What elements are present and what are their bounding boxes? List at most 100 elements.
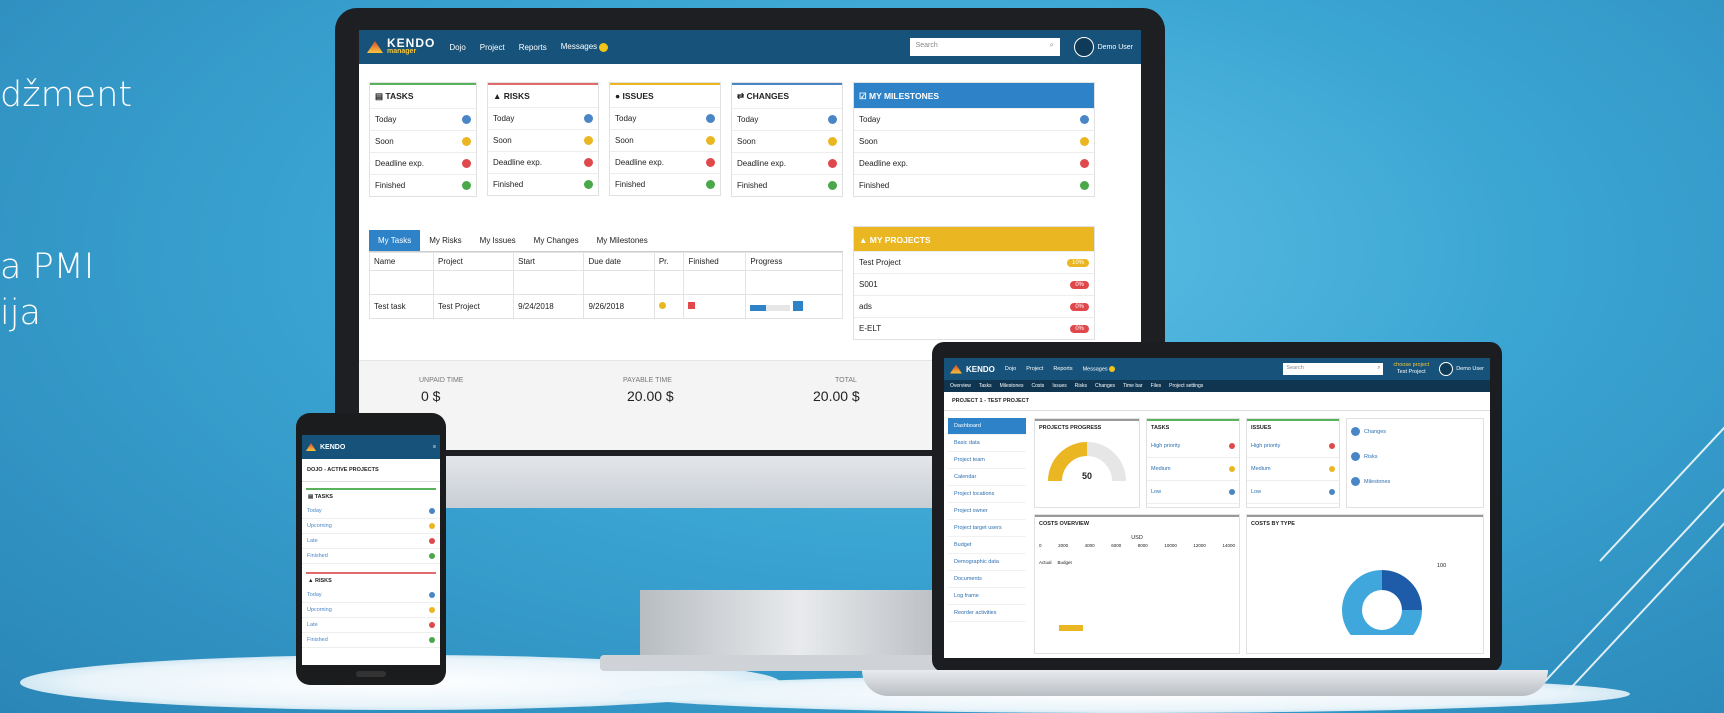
col-progress[interactable]: Progress (745, 252, 843, 271)
subnav-risks[interactable]: Risks (1075, 383, 1087, 389)
card-row[interactable]: Deadline exp. (370, 152, 476, 174)
card-row[interactable]: Today (488, 107, 598, 129)
project-row[interactable]: E-ELT 0% (854, 317, 1094, 339)
card-row[interactable]: Deadline exp. (732, 152, 842, 174)
nav-messages[interactable]: Messages (561, 42, 609, 52)
phone-risk-row[interactable]: Today (302, 588, 440, 603)
phone-risk-row[interactable]: Late (302, 618, 440, 633)
card-row[interactable]: Finished (732, 174, 842, 196)
tab-my-milestones[interactable]: My Milestones (588, 230, 657, 251)
card-row[interactable]: Finished (854, 174, 1094, 196)
tab-my-tasks[interactable]: My Tasks (369, 230, 421, 251)
hamburger-icon[interactable]: ≡ (433, 444, 436, 450)
subnav-milestones[interactable]: Milestones (1000, 383, 1024, 389)
phone-task-row[interactable]: Finished (302, 549, 440, 564)
card-row[interactable]: Soon (732, 130, 842, 152)
sidebar-item[interactable]: Demographic data (948, 554, 1026, 571)
kendo-logo[interactable]: KENDO (950, 364, 995, 374)
priority-row[interactable]: Medium (1147, 458, 1239, 481)
sidebar-item[interactable]: Reorder activities (948, 605, 1026, 622)
nav-project[interactable]: Project (480, 43, 505, 52)
subnav-files[interactable]: Files (1151, 383, 1162, 389)
nav-reports[interactable]: Reports (519, 43, 547, 52)
finished-checkbox[interactable] (683, 294, 747, 319)
sidebar-item[interactable]: Budget (948, 537, 1026, 554)
sidebar-item-dashboard[interactable]: Dashboard (948, 418, 1026, 435)
kendo-logo[interactable]: KENDO manager (367, 37, 435, 56)
phone-risk-row[interactable]: Finished (302, 633, 440, 648)
card-row[interactable]: Soon (854, 130, 1094, 152)
priority-row[interactable]: Low (1247, 481, 1339, 504)
card-row[interactable]: Deadline exp. (854, 152, 1094, 174)
col-start[interactable]: Start (513, 252, 585, 271)
tab-my-issues[interactable]: My Issues (471, 230, 525, 251)
col-name[interactable]: Name (369, 252, 434, 271)
card-row[interactable]: Deadline exp. (488, 151, 598, 173)
card-row[interactable]: Today (854, 108, 1094, 130)
sidebar-item[interactable]: Documents (948, 571, 1026, 588)
subnav-time-bar[interactable]: Time bar (1123, 383, 1143, 389)
card-row[interactable]: Soon (610, 129, 720, 151)
sidebar-item[interactable]: Project target users (948, 520, 1026, 537)
user-menu[interactable]: Demo User (1439, 362, 1484, 376)
nav-dojo[interactable]: Dojo (1005, 366, 1016, 372)
nav-messages[interactable]: Messages (1083, 365, 1116, 372)
card-row[interactable]: Today (610, 107, 720, 129)
summary-row[interactable]: Risks (1347, 444, 1483, 469)
project-row[interactable]: S001 0% (854, 273, 1094, 295)
sidebar-item[interactable]: Basic data (948, 435, 1026, 452)
search-input[interactable]: Search ⌕ (909, 38, 1060, 56)
col-finished[interactable]: Finished (683, 252, 747, 271)
search-input[interactable]: Search ⌕ (1283, 363, 1384, 375)
sidebar-item[interactable]: Project owner (948, 503, 1026, 520)
summary-row[interactable]: Milestones (1347, 469, 1483, 494)
tab-my-changes[interactable]: My Changes (525, 230, 588, 251)
priority-row[interactable]: High priority (1247, 435, 1339, 458)
tab-my-risks[interactable]: My Risks (420, 230, 470, 251)
phone-task-row[interactable]: Today (302, 504, 440, 519)
card-row[interactable]: Soon (488, 129, 598, 151)
card-row[interactable]: Finished (610, 173, 720, 195)
subnav-overview[interactable]: Overview (950, 383, 971, 389)
card-row[interactable]: Finished (370, 174, 476, 196)
card-row[interactable]: Soon (370, 130, 476, 152)
table-row[interactable]: Test task Test Project 9/24/2018 9/26/20… (369, 294, 843, 319)
subnav-issues[interactable]: Issues (1052, 383, 1066, 389)
subnav-changes[interactable]: Changes (1095, 383, 1115, 389)
card-row[interactable]: Today (732, 108, 842, 130)
phone-task-row[interactable]: Late (302, 534, 440, 549)
project-selector[interactable]: choose project Test Project (1393, 362, 1429, 376)
subnav-costs[interactable]: Costs (1032, 383, 1045, 389)
edit-icon[interactable] (792, 300, 803, 311)
nav-project[interactable]: Project (1026, 366, 1043, 372)
card-row[interactable]: Deadline exp. (610, 151, 720, 173)
filter-due[interactable] (583, 270, 655, 295)
col-due[interactable]: Due date (583, 252, 655, 271)
subnav-tasks[interactable]: Tasks (979, 383, 992, 389)
sidebar-item[interactable]: Project locations (948, 486, 1026, 503)
card-row[interactable]: Finished (488, 173, 598, 195)
nav-reports[interactable]: Reports (1053, 366, 1072, 372)
kendo-logo[interactable]: KENDO (306, 443, 345, 451)
user-menu[interactable]: Demo User (1073, 37, 1133, 57)
filter-project[interactable] (432, 270, 515, 295)
subnav-project-settings[interactable]: Project settings (1169, 383, 1203, 389)
sidebar-item[interactable]: Calendar (948, 469, 1026, 486)
nav-dojo[interactable]: Dojo (449, 43, 465, 52)
col-priority[interactable]: Pr. (653, 252, 685, 271)
filter-start[interactable] (513, 270, 585, 295)
filter-name[interactable] (369, 270, 434, 295)
project-row[interactable]: ads 0% (854, 295, 1094, 317)
phone-home-button[interactable] (356, 671, 386, 677)
priority-row[interactable]: Medium (1247, 458, 1339, 481)
col-project[interactable]: Project (432, 252, 515, 271)
card-row[interactable]: Today (370, 108, 476, 130)
priority-row[interactable]: Low (1147, 481, 1239, 504)
phone-risk-row[interactable]: Upcoming (302, 603, 440, 618)
summary-row[interactable]: Changes (1347, 419, 1483, 444)
priority-row[interactable]: High priority (1147, 435, 1239, 458)
sidebar-item[interactable]: Project team (948, 452, 1026, 469)
project-row[interactable]: Test Project 10% (854, 251, 1094, 273)
phone-task-row[interactable]: Upcoming (302, 519, 440, 534)
sidebar-item[interactable]: Log frame (948, 588, 1026, 605)
